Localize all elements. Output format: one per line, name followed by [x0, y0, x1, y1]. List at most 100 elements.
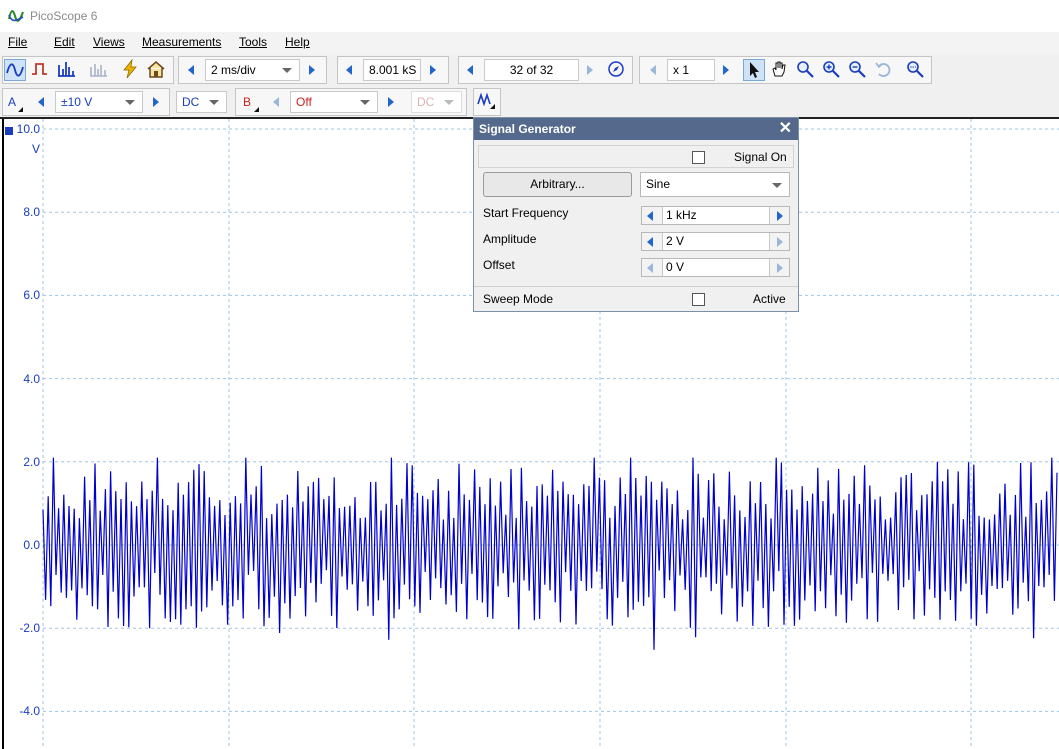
channel-b-options-icon[interactable]	[254, 107, 259, 112]
zoom-in-icon	[823, 61, 840, 78]
undo-zoom-button[interactable]	[873, 59, 895, 81]
menu-help-label: Help	[285, 35, 310, 49]
menu-file[interactable]: File	[8, 35, 27, 49]
menu-edit[interactable]: Edit	[54, 35, 75, 49]
start-frequency-spinner: 1 kHz	[641, 206, 790, 225]
default-setup-button[interactable]	[146, 59, 168, 81]
menu-file-label: File	[8, 35, 28, 49]
menu-views[interactable]: Views	[93, 35, 125, 49]
timebase-decrease-icon[interactable]	[188, 65, 194, 75]
channel-a-range-value: ±10 V	[61, 95, 93, 109]
offset-value: 0 V	[666, 260, 685, 274]
channel-b-label[interactable]: B	[243, 95, 251, 109]
zoom-out-button[interactable]	[847, 59, 869, 81]
scope-mode-icon	[6, 63, 24, 77]
window-title: PicoScope 6	[30, 9, 98, 23]
offset-input[interactable]: 0 V	[662, 259, 770, 276]
start-frequency-input[interactable]: 1 kHz	[662, 207, 770, 224]
buffer-next-icon[interactable]	[587, 65, 593, 75]
amplitude-spinner: 2 V	[641, 232, 790, 251]
trace-line	[42, 457, 1058, 650]
y-tick-label: 4.0	[23, 371, 40, 386]
timebase-increase-icon[interactable]	[309, 65, 315, 75]
signal-generator-titlebar[interactable]: Signal Generator ✕	[474, 118, 798, 140]
channel-a-coupling-select[interactable]: DC	[176, 91, 227, 113]
channel-b-coupling-select[interactable]: DC	[411, 91, 462, 113]
channel-a-label[interactable]: A	[8, 95, 16, 109]
samples-increase-icon[interactable]	[430, 65, 436, 75]
zoom-out-icon	[849, 61, 866, 78]
menu-tools[interactable]: Tools	[239, 35, 267, 49]
spectrum-disabled-button[interactable]	[88, 59, 110, 81]
offset-decrease-icon[interactable]	[647, 263, 653, 273]
channel-b-range-dropdown-icon	[360, 100, 370, 105]
buffer-navigator[interactable]: 32 of 32	[484, 59, 579, 81]
pointer-icon	[750, 62, 759, 78]
pointer-tool-button[interactable]	[743, 59, 765, 81]
y-tick-label: -2.0	[19, 621, 40, 636]
start-frequency-decrease-icon[interactable]	[647, 211, 653, 221]
menu-measurements[interactable]: Measurements	[142, 35, 221, 49]
zoom-in-button[interactable]	[821, 59, 843, 81]
home-icon	[147, 61, 165, 78]
amplitude-input[interactable]: 2 V	[662, 233, 770, 250]
zoom-decrease-icon[interactable]	[650, 65, 656, 75]
channel-a-range-dropdown-icon	[125, 100, 135, 105]
sweep-active-checkbox[interactable]	[692, 293, 705, 306]
zoom-to-fit-button[interactable]	[905, 59, 927, 81]
persistence-mode-button[interactable]	[30, 59, 52, 81]
buffer-previous-icon[interactable]	[467, 65, 473, 75]
channel-a-coupling-value: DC	[182, 95, 200, 109]
timebase-dropdown-icon	[282, 68, 292, 73]
channel-a-range-increase-icon[interactable]	[153, 97, 159, 107]
spectrum-disabled-icon	[90, 64, 107, 77]
menu-help[interactable]: Help	[285, 35, 310, 49]
waveform-dropdown-icon	[772, 183, 782, 188]
zoom-fit-icon	[907, 61, 924, 78]
lightning-icon	[123, 58, 137, 79]
undo-zoom-icon	[875, 62, 891, 77]
y-tick-label: -4.0	[19, 704, 40, 719]
close-icon[interactable]: ✕	[779, 118, 792, 140]
arbitrary-button[interactable]: Arbitrary...	[483, 172, 632, 197]
y-tick-label: 10.0	[16, 122, 40, 136]
offset-spinner: 0 V	[641, 258, 790, 277]
hand-icon	[772, 61, 786, 77]
channel-b-range-decrease-icon[interactable]	[273, 97, 279, 107]
channel-a-range-decrease-icon[interactable]	[38, 97, 44, 107]
menu-views-label: Views	[93, 35, 125, 49]
amplitude-label: Amplitude	[483, 232, 537, 246]
samples-decrease-icon[interactable]	[346, 65, 352, 75]
picoscope-app-icon	[8, 8, 24, 24]
offset-increase-icon[interactable]	[777, 263, 783, 273]
menu-bar: File Edit Views Measurements Tools Help	[0, 32, 1059, 55]
amplitude-decrease-icon[interactable]	[647, 237, 653, 247]
spectrum-mode-button[interactable]	[56, 59, 78, 81]
zoom-tool-button[interactable]	[795, 59, 817, 81]
signal-generator-title: Signal Generator	[479, 122, 576, 136]
zoom-increase-icon[interactable]	[723, 65, 729, 75]
signal-on-checkbox[interactable]	[692, 151, 705, 164]
samples-select[interactable]: 8.001 kS	[363, 59, 421, 81]
channel-a-options-icon[interactable]	[18, 107, 23, 112]
hand-tool-button[interactable]	[769, 59, 791, 81]
menu-edit-label: Edit	[54, 35, 75, 49]
channel-b-range-increase-icon[interactable]	[388, 97, 394, 107]
y-tick-label: 2.0	[23, 454, 40, 469]
zoom-value: x 1	[673, 63, 690, 77]
channel-b-range-value: Off	[296, 95, 312, 109]
compass-icon	[608, 61, 624, 77]
offset-label: Offset	[483, 258, 515, 272]
buffer-overview-button[interactable]	[606, 59, 628, 81]
magnifier-icon	[797, 61, 814, 78]
waveform-select[interactable]: Sine	[640, 172, 790, 197]
start-frequency-increase-icon[interactable]	[777, 211, 783, 221]
timebase-value: 2 ms/div	[211, 63, 256, 77]
sweep-active-label: Active	[753, 292, 786, 306]
auto-setup-button[interactable]	[120, 58, 142, 81]
channel-b-coupling-dropdown-icon	[444, 100, 454, 105]
zoom-field[interactable]: x 1	[667, 59, 715, 81]
scope-mode-button[interactable]	[4, 59, 26, 81]
amplitude-increase-icon[interactable]	[777, 237, 783, 247]
signal-generator-button[interactable]	[476, 90, 498, 112]
